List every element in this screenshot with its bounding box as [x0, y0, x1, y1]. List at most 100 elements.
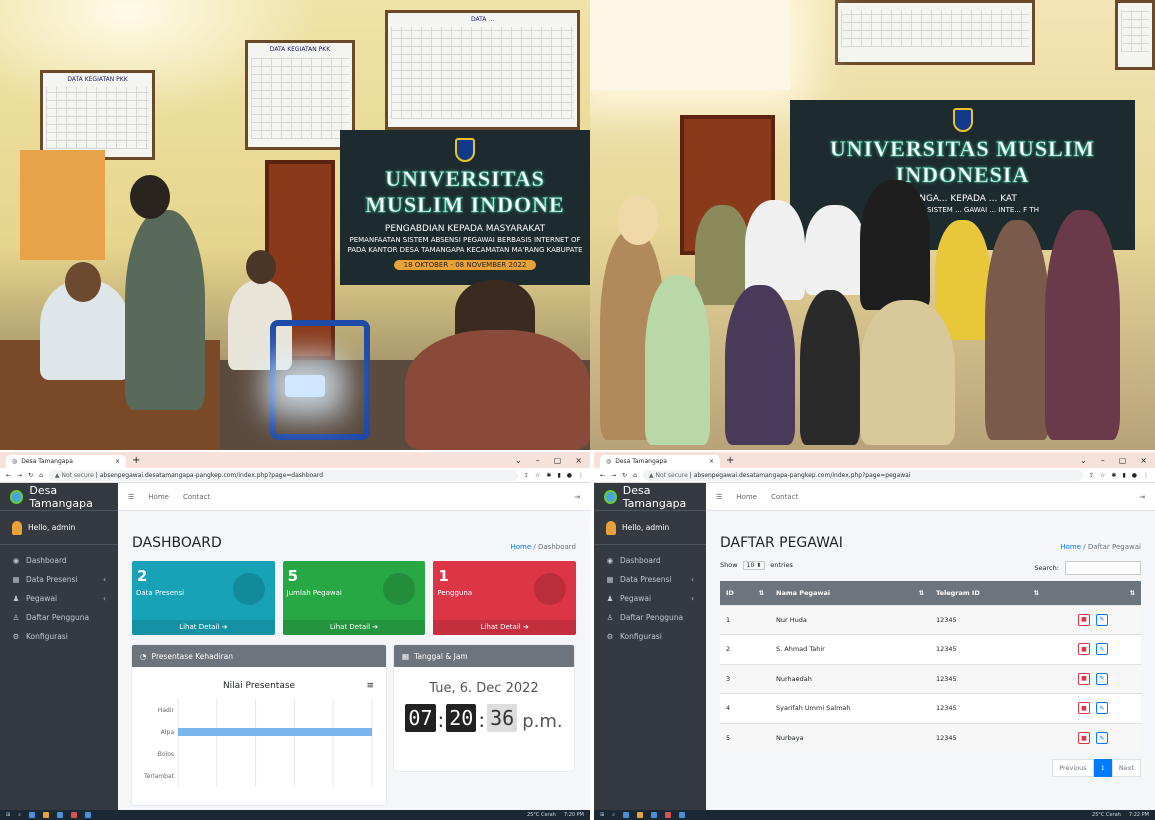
taskbar-app-icon[interactable] — [71, 812, 78, 818]
column-header-id[interactable]: ID ⇅ — [720, 581, 770, 605]
delete-button[interactable]: ■ — [1078, 702, 1090, 715]
taskbar-app-icon[interactable] — [85, 812, 92, 818]
sidebar-item-dashboard[interactable]: ◉ Dashboard — [594, 551, 706, 570]
hamburger-menu-icon[interactable]: ☰ — [716, 493, 722, 501]
breadcrumb-home-link[interactable]: Home — [511, 543, 532, 551]
sidebar-item-daftar-pengguna[interactable]: ♙ Daftar Pengguna — [594, 608, 706, 627]
entries-select[interactable]: 10 ⬍ — [742, 561, 766, 570]
url-bar[interactable]: ▲ Not secure | absenpegawai.desatamangap… — [48, 469, 518, 481]
edit-button[interactable]: ✎ — [1096, 732, 1108, 744]
extensions-icon[interactable]: ✱ — [1111, 472, 1116, 479]
search-icon[interactable]: ⌕ — [18, 812, 21, 818]
tab-search-icon[interactable]: ⌄ — [1080, 456, 1087, 465]
browser-menu-icon[interactable]: ⋮ — [578, 472, 584, 479]
sidebar-item-dashboard[interactable]: ◉ Dashboard — [0, 551, 118, 570]
maximize-button[interactable]: ▢ — [1119, 456, 1127, 465]
home-icon[interactable]: ⌂ — [39, 472, 43, 479]
sidebar-item-pegawai[interactable]: ♟ Pegawai ‹ — [594, 589, 706, 608]
cell-id: 2 — [720, 634, 770, 664]
brand[interactable]: Desa Tamangapa — [594, 483, 706, 511]
taskbar-app-icon[interactable] — [43, 812, 50, 818]
new-tab-button[interactable]: + — [726, 455, 734, 466]
nav-home-link[interactable]: Home — [736, 493, 757, 501]
breadcrumb-home-link[interactable]: Home — [1060, 543, 1081, 551]
url-bar[interactable]: ▲ Not secure | absenpegawai.desatamangap… — [642, 469, 1083, 481]
browser-menu-icon[interactable]: ⋮ — [1143, 472, 1149, 479]
next-button[interactable]: Next — [1111, 758, 1141, 777]
edit-button[interactable]: ✎ — [1096, 702, 1108, 715]
windows-start-icon[interactable]: ⊞ — [600, 812, 604, 818]
taskbar-app-icon[interactable] — [651, 812, 658, 818]
chart-menu-icon[interactable]: ≡ — [366, 681, 374, 691]
sidepanel-icon[interactable]: ▮ — [557, 472, 560, 479]
lihat-detail-link[interactable]: Lihat Detail ➔ — [282, 620, 426, 635]
share-icon[interactable]: ⇪ — [1089, 472, 1094, 479]
back-icon[interactable]: ← — [600, 472, 605, 479]
profile-icon[interactable]: ● — [567, 472, 572, 479]
forward-icon[interactable]: → — [611, 472, 616, 479]
home-icon[interactable]: ⌂ — [633, 472, 637, 479]
user-panel[interactable]: Hello, admin — [594, 511, 706, 545]
nav-contact-link[interactable]: Contact — [183, 493, 210, 501]
search-input[interactable] — [1065, 561, 1141, 575]
taskbar-app-icon[interactable] — [623, 812, 630, 818]
column-header-actions[interactable]: ⇅ — [1045, 581, 1141, 605]
browser-tab[interactable]: ◎ Desa Tamangapa × — [600, 455, 720, 468]
forward-icon[interactable]: → — [17, 472, 22, 479]
windows-start-icon[interactable]: ⊞ — [6, 812, 10, 818]
browser-tab[interactable]: ◎ Desa Tamangapa × — [6, 455, 126, 468]
close-tab-icon[interactable]: × — [709, 458, 714, 465]
taskbar-app-icon[interactable] — [29, 812, 36, 818]
back-icon[interactable]: ← — [6, 472, 11, 479]
page-1-button[interactable]: 1 — [1093, 758, 1112, 777]
taskbar-app-icon[interactable] — [637, 812, 644, 818]
delete-button[interactable]: ■ — [1078, 672, 1090, 685]
minimize-button[interactable]: – — [536, 456, 540, 465]
close-tab-icon[interactable]: × — [115, 458, 120, 465]
share-icon[interactable]: ⇪ — [524, 472, 529, 479]
sidebar-item-data-presensi[interactable]: ▦ Data Presensi ‹ — [594, 570, 706, 589]
close-window-button[interactable]: × — [575, 456, 582, 465]
sidebar-item-daftar-pengguna[interactable]: ♙ Daftar Pengguna — [0, 608, 118, 627]
edit-button[interactable]: ✎ — [1096, 672, 1108, 685]
search-icon[interactable]: ⌕ — [612, 812, 615, 818]
minimize-button[interactable]: – — [1101, 456, 1105, 465]
delete-button[interactable]: ■ — [1078, 613, 1090, 626]
taskbar-app-icon[interactable] — [665, 812, 672, 818]
delete-button[interactable]: ■ — [1078, 732, 1090, 744]
search-control: Search: — [1034, 561, 1141, 575]
lihat-detail-link[interactable]: Lihat Detail ➔ — [132, 620, 275, 635]
taskbar-app-icon[interactable] — [57, 812, 64, 818]
new-tab-button[interactable]: + — [132, 455, 140, 466]
sidebar-item-konfigurasi[interactable]: ⚙ Konfigurasi — [0, 627, 118, 646]
maximize-button[interactable]: ▢ — [554, 456, 562, 465]
tab-search-icon[interactable]: ⌄ — [515, 456, 522, 465]
delete-button[interactable]: ■ — [1078, 643, 1090, 656]
sidebar-item-pegawai[interactable]: ♟ Pegawai ‹ — [0, 589, 118, 608]
logout-icon[interactable]: ⇥ — [574, 493, 580, 501]
lihat-detail-link[interactable]: Lihat Detail ➔ — [433, 620, 577, 635]
close-window-button[interactable]: × — [1140, 456, 1147, 465]
logout-icon[interactable]: ⇥ — [1139, 493, 1145, 501]
column-header-telegram[interactable]: Telegram ID ⇅ — [930, 581, 1045, 605]
user-panel[interactable]: Hello, admin — [0, 511, 118, 545]
profile-icon[interactable]: ● — [1132, 472, 1137, 479]
taskbar-app-icon[interactable] — [679, 812, 686, 818]
sidebar: Desa Tamangapa Hello, admin ◉ Dashboard ▦… — [0, 483, 118, 810]
edit-button[interactable]: ✎ — [1096, 643, 1108, 656]
bookmark-star-icon[interactable]: ☆ — [1100, 472, 1105, 479]
column-header-nama[interactable]: Nama Pegawai ⇅ — [770, 581, 930, 605]
edit-button[interactable]: ✎ — [1096, 613, 1108, 626]
reload-icon[interactable]: ↻ — [622, 472, 627, 479]
hamburger-menu-icon[interactable]: ☰ — [128, 493, 134, 501]
nav-home-link[interactable]: Home — [148, 493, 169, 501]
previous-button[interactable]: Previous — [1052, 758, 1094, 777]
nav-contact-link[interactable]: Contact — [771, 493, 798, 501]
sidepanel-icon[interactable]: ▮ — [1122, 472, 1125, 479]
sidebar-item-konfigurasi[interactable]: ⚙ Konfigurasi — [594, 627, 706, 646]
extensions-icon[interactable]: ✱ — [546, 472, 551, 479]
sidebar-item-data-presensi[interactable]: ▦ Data Presensi ‹ — [0, 570, 118, 589]
brand[interactable]: Desa Tamangapa — [0, 483, 118, 511]
reload-icon[interactable]: ↻ — [28, 472, 33, 479]
bookmark-star-icon[interactable]: ☆ — [535, 472, 540, 479]
